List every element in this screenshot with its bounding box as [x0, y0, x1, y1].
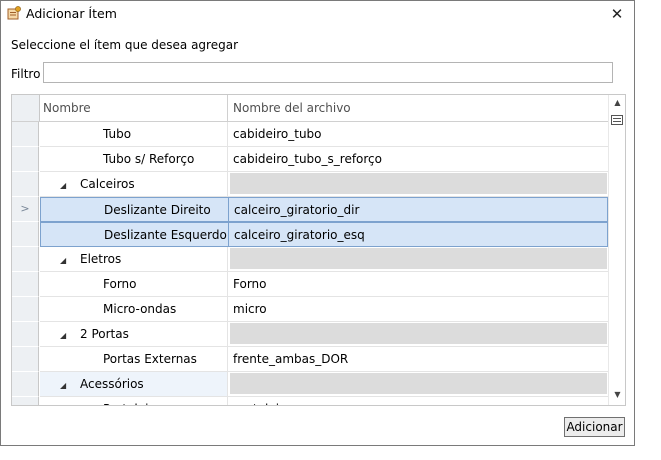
title-bar: Adicionar Ítem ✕ [1, 1, 634, 27]
window-title: Adicionar Ítem [26, 6, 117, 21]
name-text: Tubo s/ Reforço [103, 152, 195, 166]
name-cell[interactable]: ◢ Acessórios [40, 372, 228, 397]
table-row[interactable]: Prateleira prateleira [12, 397, 608, 405]
filename-cell[interactable]: frente_ambas_DOR [228, 347, 608, 372]
empty-cell-fill [230, 373, 607, 394]
filename-text: calceiro_giratorio_dir [234, 203, 360, 217]
filename-text: micro [233, 302, 267, 316]
row-selector[interactable] [12, 372, 39, 397]
row-selector[interactable] [12, 222, 39, 247]
name-text: Micro-ondas [103, 302, 177, 316]
add-item-icon [7, 6, 21, 20]
filename-cell[interactable] [228, 247, 608, 272]
filename-cell[interactable] [228, 322, 608, 347]
filename-cell[interactable]: prateleira [228, 397, 608, 405]
scroll-up-icon[interactable]: ▲ [609, 97, 625, 109]
row-header-corner [12, 95, 40, 121]
name-text: Prateleira [103, 402, 161, 405]
filter-input[interactable] [43, 62, 613, 83]
scroll-down-icon[interactable]: ▼ [609, 389, 625, 401]
row-selector[interactable] [12, 297, 39, 322]
filter-label: Filtro [11, 67, 41, 81]
filename-cell[interactable] [228, 172, 608, 197]
row-selector[interactable] [12, 397, 39, 405]
filename-cell[interactable] [228, 372, 608, 397]
filename-cell[interactable]: micro [228, 297, 608, 322]
filename-text: cabideiro_tubo_s_reforço [233, 152, 382, 166]
name-cell[interactable]: ◢ 2 Portas [40, 322, 228, 347]
filename-cell[interactable]: cabideiro_tubo [228, 122, 608, 147]
filename-text: frente_ambas_DOR [233, 352, 349, 366]
name-cell[interactable]: ◢ Eletros [40, 247, 228, 272]
row-selector[interactable] [12, 147, 39, 172]
triangle-down-icon[interactable]: ◢ [60, 374, 72, 396]
table-row[interactable]: Forno Forno [12, 272, 608, 297]
row-selector[interactable]: > [12, 197, 39, 222]
filename-text: Forno [233, 277, 267, 291]
dialog-window: Adicionar Ítem ✕ Seleccione el ítem que … [0, 0, 635, 446]
name-text: Portas Externas [103, 352, 197, 366]
empty-cell-fill [230, 173, 607, 194]
add-button[interactable]: Adicionar [564, 417, 625, 437]
filename-cell[interactable]: cabideiro_tubo_s_reforço [228, 147, 608, 172]
name-cell[interactable]: Tubo [40, 122, 228, 147]
triangle-down-icon[interactable]: ◢ [60, 174, 72, 196]
name-text: Forno [103, 277, 137, 291]
table-row[interactable]: Portas Externas frente_ambas_DOR [12, 347, 608, 372]
empty-cell-fill [230, 323, 607, 344]
triangle-down-icon[interactable]: ◢ [60, 249, 72, 271]
name-text: Deslizante Direito [104, 203, 211, 217]
row-selector[interactable] [12, 272, 39, 297]
filename-cell[interactable]: Forno [228, 272, 608, 297]
table-row[interactable]: Tubo s/ Reforço cabideiro_tubo_s_reforço [12, 147, 608, 172]
name-cell[interactable]: Prateleira [40, 397, 228, 405]
filename-text: calceiro_giratorio_esq [234, 228, 365, 242]
instruction-text: Seleccione el ítem que desea agregar [11, 38, 238, 52]
row-selector[interactable] [12, 347, 39, 372]
name-text: Tubo [103, 127, 132, 141]
name-text: Eletros [80, 252, 122, 266]
filename-text: prateleira [233, 402, 291, 405]
triangle-down-icon[interactable]: ◢ [60, 324, 72, 346]
group-row[interactable]: ◢ Eletros [12, 247, 608, 272]
name-text: Acessórios [80, 377, 144, 391]
close-icon: ✕ [610, 5, 624, 23]
group-row[interactable]: ◢ 2 Portas [12, 322, 608, 347]
grid-header: Nombre Nombre del archivo [12, 95, 608, 122]
filename-cell[interactable]: calceiro_giratorio_dir [228, 197, 608, 222]
name-text: 2 Portas [80, 327, 129, 341]
name-text: Deslizante Esquerdo [104, 228, 227, 242]
row-selector[interactable] [12, 247, 39, 272]
name-text: Calceiros [80, 177, 135, 191]
row-selector[interactable] [12, 122, 39, 147]
scroll-thumb[interactable] [611, 115, 623, 125]
grid-rows: Tubo cabideiro_tubo Tubo s/ Reforço cabidei… [12, 122, 608, 405]
vertical-scrollbar[interactable]: ▲ ▼ [608, 95, 625, 405]
name-cell[interactable]: Portas Externas [40, 347, 228, 372]
group-row[interactable]: ◢ Calceiros [12, 172, 608, 197]
name-cell[interactable]: Tubo s/ Reforço [40, 147, 228, 172]
column-header-filename[interactable]: Nombre del archivo [228, 95, 608, 121]
empty-cell-fill [230, 248, 607, 269]
table-row[interactable]: Micro-ondas micro [12, 297, 608, 322]
table-row[interactable]: Tubo cabideiro_tubo [12, 122, 608, 147]
close-button[interactable]: ✕ [605, 3, 629, 25]
row-selector[interactable] [12, 172, 39, 197]
name-cell[interactable]: ◢ Calceiros [40, 172, 228, 197]
row-selector[interactable] [12, 322, 39, 347]
name-cell[interactable]: Deslizante Direito [40, 197, 228, 222]
table-row[interactable]: > Deslizante Direito calceiro_giratorio_di… [12, 197, 608, 222]
filename-text: cabideiro_tubo [233, 127, 322, 141]
column-header-name[interactable]: Nombre [40, 95, 228, 121]
filename-cell[interactable]: calceiro_giratorio_esq [228, 222, 608, 247]
chevron-right-icon: > [20, 202, 30, 215]
name-cell[interactable]: Forno [40, 272, 228, 297]
table-row[interactable]: Deslizante Esquerdo calceiro_giratorio_es… [12, 222, 608, 247]
items-grid: Nombre Nombre del archivo Tubo cabideiro_… [11, 94, 626, 406]
group-row[interactable]: ◢ Acessórios [12, 372, 608, 397]
name-cell[interactable]: Micro-ondas [40, 297, 228, 322]
name-cell[interactable]: Deslizante Esquerdo [40, 222, 228, 247]
